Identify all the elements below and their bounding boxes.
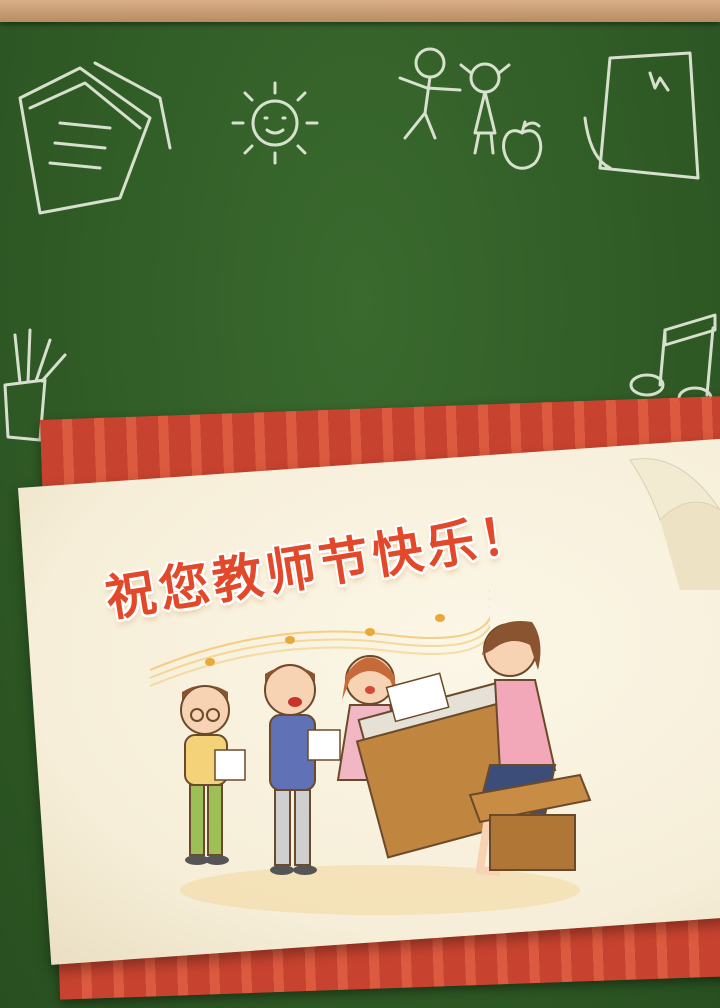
books-doodle-icon: [18, 61, 172, 215]
notebook-doodle-icon: [583, 51, 700, 180]
greeting-card-canvas: 祝您教师节快乐！: [0, 0, 720, 1008]
chalkboard-frame: [0, 0, 720, 22]
sun-doodle-icon: [231, 81, 319, 165]
child-singing: [264, 664, 341, 875]
apple-doodle-icon: [502, 120, 543, 170]
child-with-glasses: [180, 685, 246, 865]
paper-curl: [629, 458, 720, 590]
music-class-illustration: [180, 620, 592, 915]
